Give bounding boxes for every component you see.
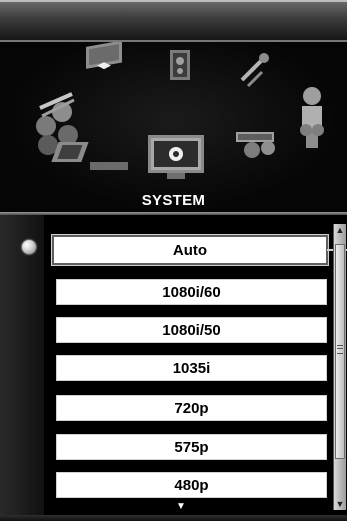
scroll-down-arrow-icon[interactable]: ▼ bbox=[334, 498, 346, 510]
scrollbar[interactable]: ▲ ▼ bbox=[333, 224, 346, 510]
scroll-thumb[interactable] bbox=[335, 244, 345, 459]
option-label: 720p bbox=[174, 400, 209, 417]
option-label: 1080i/50 bbox=[162, 322, 221, 339]
svg-text:◀▶: ◀▶ bbox=[97, 61, 111, 71]
selection-indicator-dot bbox=[22, 240, 36, 254]
laptop-icon[interactable] bbox=[51, 142, 128, 170]
option-label: 480p bbox=[174, 477, 209, 494]
title-bar bbox=[0, 0, 347, 40]
category-carousel-panel: ◀▶ SYSTEM bbox=[0, 40, 347, 214]
option-label: Auto bbox=[172, 242, 208, 259]
more-items-arrow-icon: ▼ bbox=[176, 501, 186, 512]
option-item[interactable]: 1035i bbox=[56, 355, 327, 381]
person-icon[interactable] bbox=[300, 87, 324, 148]
picture-move-icon[interactable]: ◀▶ bbox=[86, 42, 122, 71]
option-item[interactable]: 480p bbox=[56, 472, 327, 498]
wrench-icon[interactable] bbox=[240, 53, 269, 88]
bottom-edge bbox=[0, 515, 347, 521]
option-item-selected[interactable]: Auto bbox=[51, 234, 329, 266]
option-label: 1080i/60 bbox=[162, 284, 221, 301]
left-rail bbox=[0, 215, 44, 521]
system-monitor-icon[interactable] bbox=[148, 135, 204, 179]
option-item[interactable]: 720p bbox=[56, 395, 327, 421]
video-connector-icon[interactable] bbox=[236, 132, 275, 158]
option-item[interactable]: 575p bbox=[56, 434, 327, 460]
option-item[interactable]: 1080i/60 bbox=[56, 279, 327, 305]
scroll-thumb-grip bbox=[337, 345, 343, 354]
option-label: 575p bbox=[174, 439, 209, 456]
option-label: 1035i bbox=[172, 360, 211, 377]
speaker-icon[interactable] bbox=[170, 50, 190, 80]
category-carousel: ◀▶ bbox=[36, 42, 324, 179]
option-item[interactable]: 1080i/50 bbox=[56, 317, 327, 343]
top-edge bbox=[0, 0, 347, 2]
current-category-label: SYSTEM bbox=[141, 192, 206, 209]
scroll-up-arrow-icon[interactable]: ▲ bbox=[334, 224, 346, 236]
